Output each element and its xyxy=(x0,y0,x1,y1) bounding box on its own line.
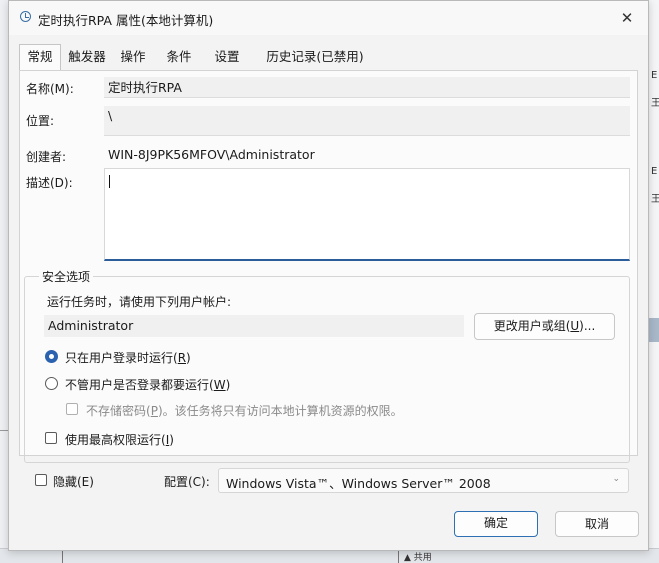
chevron-down-icon: ⌄ xyxy=(612,474,620,484)
background-selection-bar xyxy=(649,318,659,342)
highest-privileges-checkbox[interactable] xyxy=(45,432,57,444)
checkbox-label-prefix: 使用最高权限运行( xyxy=(65,433,166,447)
radio-run-whether-logged-on[interactable] xyxy=(45,377,58,390)
change-user-text: 更改用户或组( xyxy=(493,319,571,333)
radio-label-prefix: 不管用户是否登录都要运行( xyxy=(65,378,214,392)
background-glyph: E xyxy=(651,166,658,177)
window-title: 定时执行RPA 属性(本地计算机) xyxy=(38,13,214,28)
clock-icon xyxy=(20,11,31,22)
change-user-suffix: )... xyxy=(579,319,596,333)
radio-label-hotkey: W xyxy=(213,378,226,392)
checkbox-label-hotkey: P xyxy=(150,404,158,418)
background-glyph: 王 xyxy=(651,194,659,205)
radio-run-whether-logged-on-label[interactable]: 不管用户是否登录都要运行(W) xyxy=(65,376,230,393)
author-value: WIN-8J9PK56MFOV\Administrator xyxy=(108,147,315,162)
description-label: 描述(D): xyxy=(26,176,73,190)
name-field[interactable]: 定时执行RPA xyxy=(104,77,630,98)
hidden-label[interactable]: 隐藏(E) xyxy=(53,473,94,490)
hidden-checkbox[interactable] xyxy=(35,474,47,486)
checkbox-label-prefix: 不存储密码( xyxy=(86,404,151,418)
text-caret xyxy=(109,175,110,188)
radio-label-suffix: ) xyxy=(225,378,231,392)
cancel-button[interactable]: 取消 xyxy=(555,511,639,537)
checkbox-label-suffix: )。该任务将只有访问本地计算机资源的权限。 xyxy=(157,404,403,418)
configure-select[interactable]: Windows Vista™、Windows Server™ 2008 ⌄ xyxy=(218,468,629,493)
tab-actions[interactable]: 操作 xyxy=(113,45,153,69)
author-label: 创建者: xyxy=(26,150,67,164)
security-options-title: 安全选项 xyxy=(39,268,94,285)
background-glyph: 王 xyxy=(651,98,659,109)
radio-label-suffix: ) xyxy=(186,351,191,365)
close-button[interactable]: ✕ xyxy=(612,5,642,31)
title-bar[interactable]: 定时执行RPA 属性(本地计算机) ✕ xyxy=(9,1,648,35)
no-store-password-checkbox[interactable] xyxy=(66,403,78,415)
change-user-button[interactable]: 更改用户或组(U)... xyxy=(474,313,615,340)
location-label: 位置: xyxy=(26,114,55,128)
tab-general[interactable]: 常规 xyxy=(19,44,61,71)
tab-triggers[interactable]: 触发器 xyxy=(63,45,111,69)
run-as-prompt: 运行任务时，请使用下列用户帐户: xyxy=(47,295,232,309)
location-field[interactable]: \ xyxy=(104,106,630,136)
tab-history[interactable]: 历史记录(已禁用) xyxy=(253,45,377,69)
radio-label-prefix: 只在用户登录时运行( xyxy=(65,351,178,365)
ok-button[interactable]: 确定 xyxy=(454,511,538,537)
tab-conditions[interactable]: 条件 xyxy=(159,45,199,69)
background-divider xyxy=(398,549,399,563)
configure-label: 配置(C): xyxy=(164,475,210,489)
background-text: ▲ 共用 xyxy=(404,553,432,563)
description-input[interactable] xyxy=(104,168,630,261)
radio-label-hotkey: R xyxy=(177,351,187,365)
radio-run-only-when-logged-on-label[interactable]: 只在用户登录时运行(R) xyxy=(65,349,191,366)
radio-run-only-when-logged-on[interactable] xyxy=(45,350,58,363)
configure-select-value: Windows Vista™、Windows Server™ 2008 xyxy=(226,476,491,491)
tab-settings[interactable]: 设置 xyxy=(207,45,247,69)
name-label: 名称(M): xyxy=(26,82,74,96)
no-store-password-label: 不存储密码(P)。该任务将只有访问本地计算机资源的权限。 xyxy=(86,402,403,419)
checkbox-label-suffix: ) xyxy=(169,433,174,447)
background-glyph: E xyxy=(651,70,658,81)
background-divider xyxy=(0,430,8,431)
background-divider xyxy=(62,549,63,563)
background-window-right-edge: E 王 E 王 xyxy=(648,0,659,562)
change-user-hotkey: U xyxy=(570,319,580,333)
highest-privileges-label[interactable]: 使用最高权限运行(I) xyxy=(65,431,174,448)
user-account-field: Administrator xyxy=(44,315,464,337)
